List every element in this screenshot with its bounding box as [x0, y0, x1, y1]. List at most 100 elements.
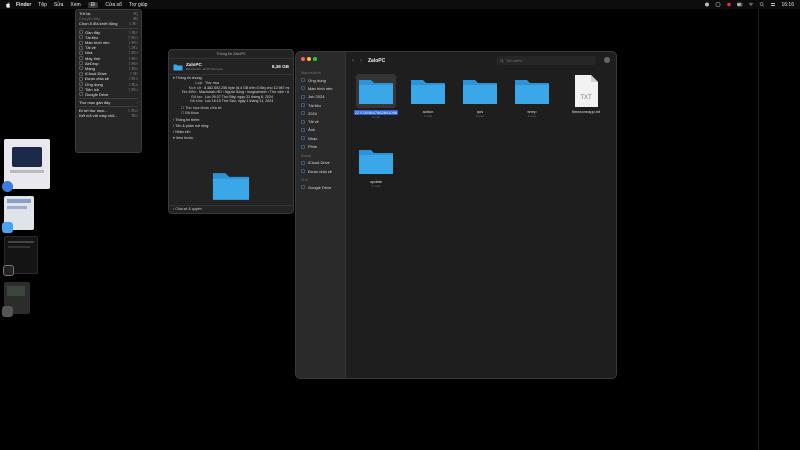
info-window-title: Thông tin ZaloPC — [216, 52, 246, 56]
sidebar-item[interactable]: Màn hình nền — [296, 84, 345, 92]
download-icon — [301, 119, 305, 124]
stage-window-3[interactable] — [3, 236, 38, 276]
sidebar-item[interactable]: iCloud Drive — [296, 159, 345, 167]
info-titlebar: Thông tin ZaloPC — [169, 50, 293, 59]
icloud-list: iCloud Drive Được chia sẻ — [296, 159, 345, 176]
sidebar-item-label: Màn hình nền — [308, 85, 333, 91]
forward-button[interactable]: › — [360, 58, 362, 64]
movie-icon — [301, 144, 305, 149]
menu-finder[interactable]: Finder — [16, 2, 31, 8]
menu-window[interactable]: Cửa sổ — [105, 2, 121, 8]
sidebar-item-label: iCloud Drive — [308, 160, 330, 166]
folder-icon — [359, 150, 393, 174]
sidebar-item[interactable]: Google Drive — [296, 183, 345, 191]
menu-separator — [79, 106, 138, 108]
sidebar-item[interactable]: Phim — [296, 142, 345, 150]
menu-file[interactable]: Tệp — [38, 2, 47, 8]
sharing-permissions-section[interactable]: › Chia sẻ & quyền — [169, 205, 293, 213]
menu-help[interactable]: Trợ giúp — [129, 2, 148, 8]
sidebar-item[interactable]: Ảnh — [296, 126, 345, 134]
menu-view[interactable]: Xem — [70, 2, 80, 8]
info-section-label: Thông tin thêm: — [175, 118, 201, 123]
photo-icon — [301, 128, 305, 132]
folder-item[interactable]: 2270305847862691098 2 mục — [352, 74, 400, 119]
stage-window-2[interactable] — [2, 196, 34, 233]
menu-edit[interactable]: Sửa — [54, 2, 63, 8]
sidebar-item-label: Tải về — [308, 119, 319, 125]
item-count: 1 mục — [371, 184, 381, 188]
shared-folder-icon — [301, 169, 305, 173]
info-modified: Đã sửa đổi: 16:15 hôm qua — [186, 67, 223, 71]
search-field[interactable]: Tìm kiếm — [496, 56, 596, 65]
sidebar-item-label: Được chia sẻ — [308, 168, 332, 174]
folder-item[interactable]: update 1 mục — [352, 144, 400, 188]
info-row-key: Đã sửa: — [190, 99, 203, 104]
zoom-button[interactable] — [313, 57, 317, 61]
folder-icon — [356, 74, 396, 108]
go-menu-item[interactable]: Google Drive — [76, 92, 141, 97]
wifi-icon[interactable] — [748, 2, 754, 7]
go-menu-dropdown: Trở lại ⌘[Chuyển tiếp ⌘] Chọn ổ đĩa khởi độ… — [75, 9, 142, 153]
go-menu-item[interactable]: Kết nối với máy chủ... ⌘K — [76, 113, 141, 118]
info-row-value: Lúc 16:15 Thứ Sáu, ngày 1 tháng 11, 2024 — [205, 99, 274, 104]
folder-item[interactable]: temp 1 mục — [508, 74, 556, 118]
search-icon[interactable] — [759, 2, 765, 7]
clock-icon — [79, 30, 83, 34]
apple-icon[interactable] — [5, 1, 11, 8]
sidebar-item[interactable]: Nhạc — [296, 134, 345, 142]
info-section-label: Nhận xét: — [175, 130, 191, 135]
go-menu-item-label: Kết nối với máy chủ... — [79, 113, 118, 119]
go-menu-item-label: Thư mục gần đây — [79, 100, 111, 106]
sidebar-item[interactable]: Tài liệu — [296, 101, 345, 109]
text-file-icon: TXT — [575, 75, 598, 107]
sidebar-item[interactable]: Job 2024 — [296, 93, 345, 101]
sidebar-item-label: Nhạc — [308, 135, 318, 141]
sidebar-item[interactable]: 2024 — [296, 109, 345, 117]
finder-window: Mục ưa thích Ứng dụng Màn hình nền Job 202… — [295, 51, 617, 379]
info-checkbox[interactable]: ☐ Đã khóa — [169, 111, 293, 116]
desktop-icon — [79, 40, 83, 45]
info-window: Thông tin ZaloPC ZaloPC Đã sửa đổi: 16:1… — [168, 49, 294, 214]
apps-icon — [301, 78, 305, 82]
drive-icon — [79, 92, 83, 97]
go-menu-item[interactable]: Thư mục gần đây › — [76, 100, 141, 105]
info-section-header[interactable]: ▾ Xem trước: — [169, 135, 293, 141]
record-icon[interactable] — [726, 2, 732, 7]
status-grid-icon[interactable] — [715, 2, 721, 7]
info-section-label: Xem trước: — [175, 136, 194, 141]
shared-folder-icon — [79, 77, 83, 81]
sidebar-item-label: Ảnh — [308, 127, 316, 133]
battery-icon[interactable] — [737, 2, 743, 7]
sidebar-item[interactable]: Được chia sẻ — [296, 167, 345, 175]
finder-sidebar: Mục ưa thích Ứng dụng Màn hình nền Job 202… — [296, 52, 346, 378]
folder-item[interactable]: qos 2 mục — [456, 74, 504, 118]
favorites-heading: Mục ưa thích — [301, 71, 321, 75]
sidebar-item[interactable]: Ứng dụng — [296, 76, 345, 84]
stage-window-4[interactable] — [2, 282, 30, 317]
item-count: 2 mục — [475, 114, 485, 118]
sidebar-item[interactable]: Tải về — [296, 117, 345, 125]
sharing-permissions-label: Chia sẻ & quyền — [175, 207, 202, 211]
clock-time[interactable]: 16:16 — [781, 2, 794, 8]
status-app-icon[interactable] — [704, 2, 710, 7]
go-menu-item-label: Chọn ổ đĩa khởi động — [79, 21, 118, 27]
locations-heading: Vị trí — [301, 178, 308, 183]
go-menu-item-shortcut: ⇧⌘U — [127, 86, 138, 92]
go-menu-item[interactable]: Chọn ổ đĩa khởi động ⇧⌘↑ — [76, 21, 141, 26]
folder-item[interactable]: action 1 mục — [404, 74, 452, 118]
folder-icon — [515, 80, 549, 104]
control-center-icon[interactable] — [770, 2, 776, 7]
menu-separator — [79, 98, 138, 99]
info-general-rows: Loại: Thư mục Kích cỡ: 8.382.592.256 byte (… — [169, 81, 293, 104]
account-avatar[interactable] — [604, 57, 610, 63]
app-badge-icon — [2, 181, 13, 192]
apps-icon — [79, 82, 83, 86]
minimize-button[interactable] — [307, 57, 311, 61]
info-sections: › Thông tin thêm: › Tên & phần mở rộng: › … — [169, 117, 293, 141]
stage-window-1[interactable] — [2, 139, 50, 192]
file-item[interactable]: TXT timezoneapp.txt — [562, 74, 610, 114]
close-button[interactable] — [301, 57, 305, 61]
back-button[interactable]: ‹ — [352, 58, 354, 64]
menu-go[interactable]: Đi — [87, 1, 99, 8]
sidebar-item-label: 2024 — [308, 110, 317, 116]
